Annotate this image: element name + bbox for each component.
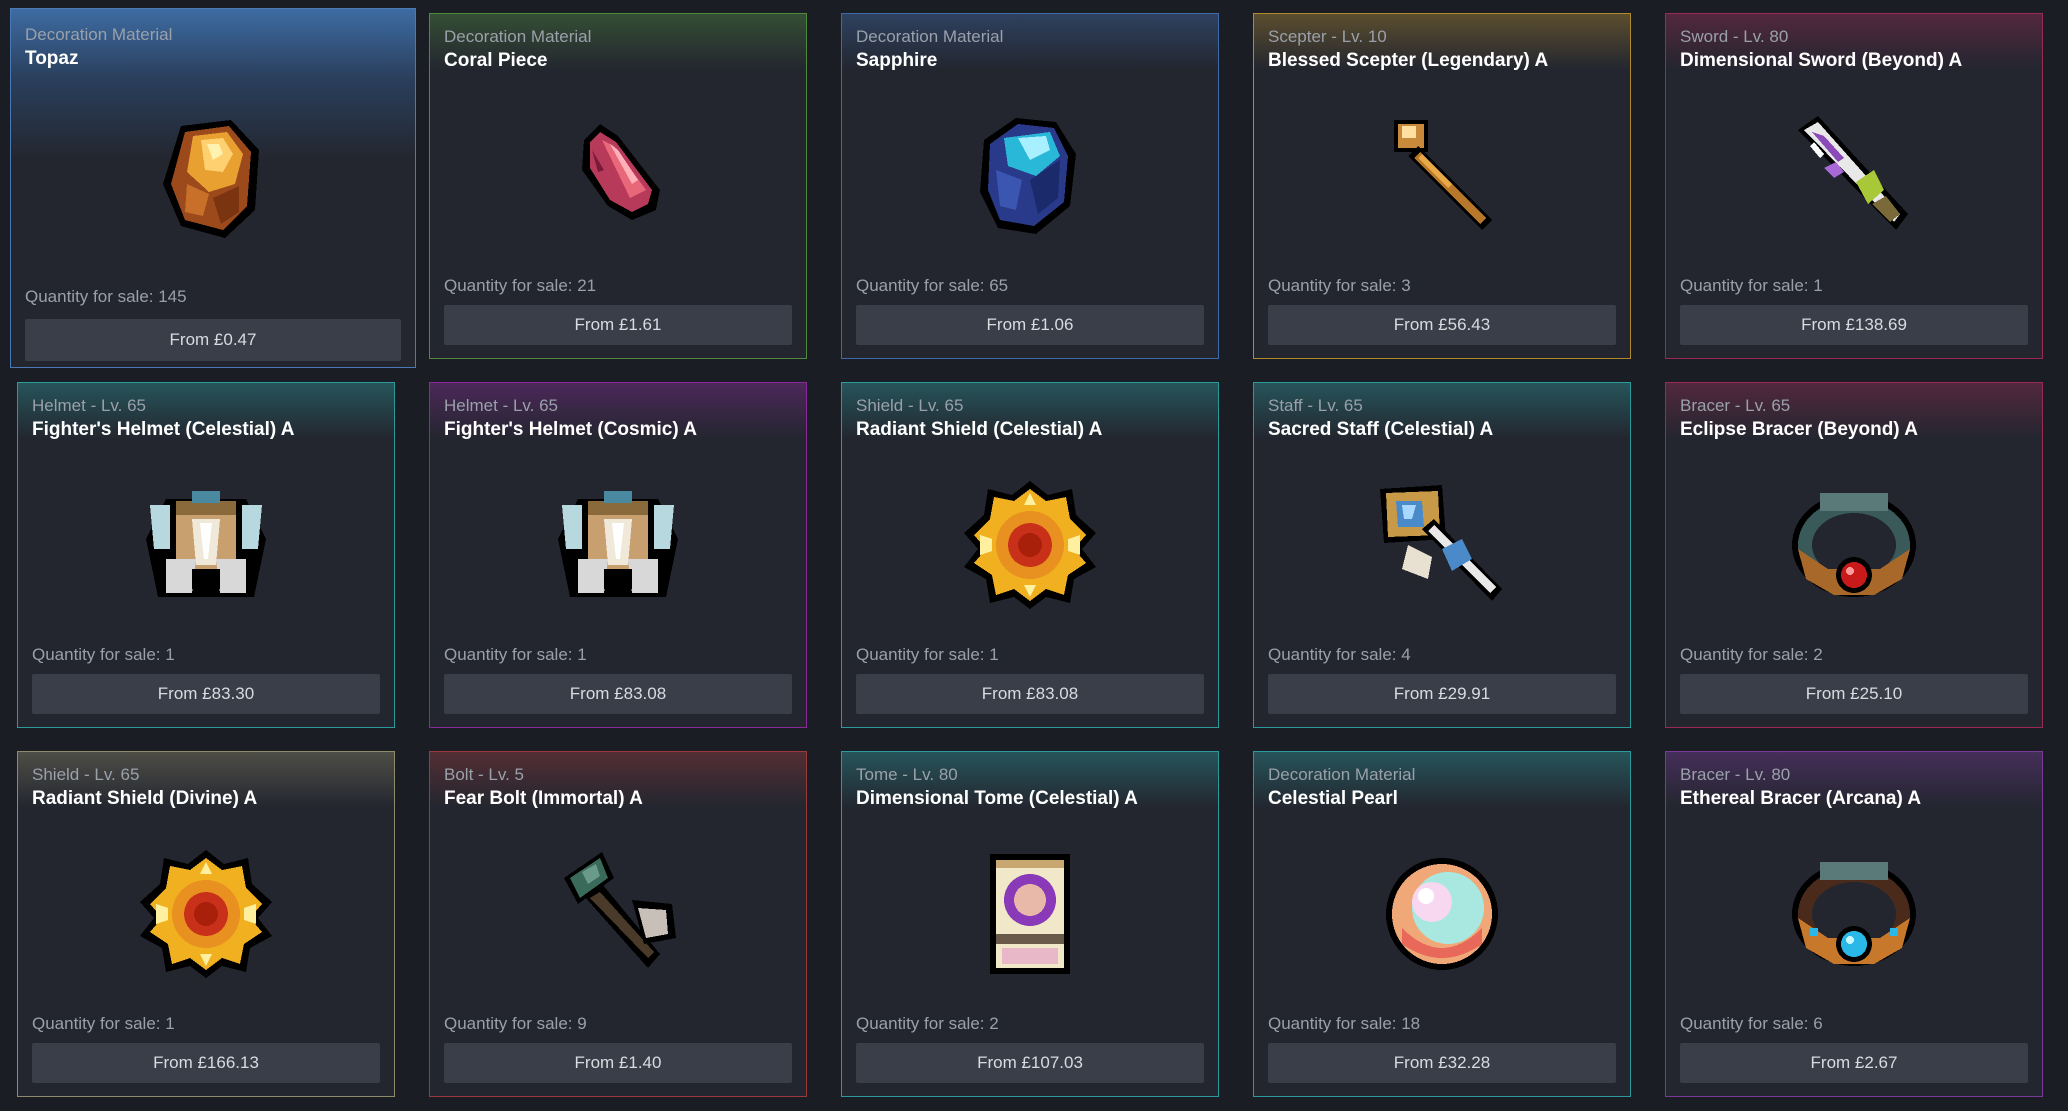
item-category: Decoration Material	[1268, 765, 1416, 784]
item-card[interactable]: Bracer - Lv. 65 Eclipse Bracer (Beyond) A…	[1665, 382, 2043, 728]
quantity-for-sale: Quantity for sale: 1	[444, 645, 587, 664]
item-name: Ethereal Bracer (Arcana) A	[1680, 788, 1922, 809]
item-name: Fear Bolt (Immortal) A	[444, 788, 643, 809]
price-button[interactable]: From £2.67	[1680, 1043, 2028, 1083]
quantity-for-sale: Quantity for sale: 1	[32, 1014, 175, 1033]
item-category: Bracer - Lv. 80	[1680, 765, 1791, 784]
quantity-for-sale: Quantity for sale: 1	[1680, 276, 1823, 295]
item-name: Fighter's Helmet (Celestial) A	[32, 419, 295, 440]
item-card[interactable]: Decoration Material Topaz Quantity for sa…	[10, 8, 416, 368]
price-button[interactable]: From £56.43	[1268, 305, 1616, 345]
item-card[interactable]: Decoration Material Celestial Pearl Quant…	[1253, 751, 1631, 1097]
quantity-for-sale: Quantity for sale: 1	[32, 645, 175, 664]
item-category: Bracer - Lv. 65	[1680, 396, 1791, 415]
quantity-for-sale: Quantity for sale: 9	[444, 1014, 587, 1033]
quantity-for-sale: Quantity for sale: 3	[1268, 276, 1411, 295]
item-category: Decoration Material	[25, 25, 173, 44]
sword-icon	[1784, 110, 1924, 242]
quantity-for-sale: Quantity for sale: 2	[1680, 645, 1823, 664]
item-card[interactable]: Scepter - Lv. 10 Blessed Scepter (Legenda…	[1253, 13, 1631, 359]
pearl-icon	[1372, 848, 1512, 980]
price-button[interactable]: From £1.06	[856, 305, 1204, 345]
item-name: Radiant Shield (Divine) A	[32, 788, 258, 809]
price-button[interactable]: From £83.08	[444, 674, 792, 714]
item-category: Decoration Material	[444, 27, 592, 46]
item-category: Staff - Lv. 65	[1268, 396, 1363, 415]
item-card[interactable]: Helmet - Lv. 65 Fighter's Helmet (Cosmic)…	[429, 382, 807, 728]
item-card[interactable]: Bracer - Lv. 80 Ethereal Bracer (Arcana) …	[1665, 751, 2043, 1097]
item-category: Shield - Lv. 65	[856, 396, 964, 415]
quantity-for-sale: Quantity for sale: 6	[1680, 1014, 1823, 1033]
item-category: Scepter - Lv. 10	[1268, 27, 1387, 46]
scepter-icon	[1372, 110, 1512, 242]
item-name: Celestial Pearl	[1268, 788, 1398, 809]
quantity-for-sale: Quantity for sale: 145	[25, 287, 187, 306]
item-card[interactable]: Helmet - Lv. 65 Fighter's Helmet (Celesti…	[17, 382, 395, 728]
price-button[interactable]: From £83.30	[32, 674, 380, 714]
sapphire-icon	[960, 110, 1100, 242]
item-name: Topaz	[25, 48, 79, 69]
shield-icon	[960, 479, 1100, 611]
item-name: Radiant Shield (Celestial) A	[856, 419, 1103, 440]
bolt-icon	[548, 848, 688, 980]
item-grid: Decoration Material Topaz Quantity for sa…	[0, 0, 2068, 1111]
item-card[interactable]: Shield - Lv. 65 Radiant Shield (Celestial…	[841, 382, 1219, 728]
item-category: Tome - Lv. 80	[856, 765, 958, 784]
quantity-for-sale: Quantity for sale: 1	[856, 645, 999, 664]
price-button[interactable]: From £25.10	[1680, 674, 2028, 714]
price-button[interactable]: From £83.08	[856, 674, 1204, 714]
price-button[interactable]: From £1.40	[444, 1043, 792, 1083]
price-button[interactable]: From £0.47	[25, 319, 401, 361]
bracer-red-icon	[1784, 479, 1924, 611]
item-name: Eclipse Bracer (Beyond) A	[1680, 419, 1918, 440]
item-card[interactable]: Decoration Material Sapphire Quantity for…	[841, 13, 1219, 359]
item-name: Coral Piece	[444, 50, 548, 71]
item-card[interactable]: Shield - Lv. 65 Radiant Shield (Divine) A…	[17, 751, 395, 1097]
price-button[interactable]: From £32.28	[1268, 1043, 1616, 1083]
quantity-for-sale: Quantity for sale: 21	[444, 276, 597, 295]
item-card[interactable]: Tome - Lv. 80 Dimensional Tome (Celestial…	[841, 751, 1219, 1097]
item-card[interactable]: Staff - Lv. 65 Sacred Staff (Celestial) A…	[1253, 382, 1631, 728]
staff-icon	[1372, 479, 1512, 611]
quantity-for-sale: Quantity for sale: 4	[1268, 645, 1411, 664]
price-button[interactable]: From £166.13	[32, 1043, 380, 1083]
quantity-for-sale: Quantity for sale: 18	[1268, 1014, 1421, 1033]
quantity-for-sale: Quantity for sale: 2	[856, 1014, 999, 1033]
item-category: Shield - Lv. 65	[32, 765, 140, 784]
item-name: Sacred Staff (Celestial) A	[1268, 419, 1494, 440]
item-name: Blessed Scepter (Legendary) A	[1268, 50, 1549, 71]
tome-icon	[960, 848, 1100, 980]
item-name: Fighter's Helmet (Cosmic) A	[444, 419, 697, 440]
bracer-blue-icon	[1784, 848, 1924, 980]
item-category: Sword - Lv. 80	[1680, 27, 1789, 46]
price-button[interactable]: From £138.69	[1680, 305, 2028, 345]
coral-icon	[548, 110, 688, 242]
item-category: Bolt - Lv. 5	[444, 765, 524, 784]
item-card[interactable]: Decoration Material Coral Piece Quantity …	[429, 13, 807, 359]
helmet-icon	[136, 479, 276, 611]
price-button[interactable]: From £1.61	[444, 305, 792, 345]
item-category: Helmet - Lv. 65	[32, 396, 147, 415]
quantity-for-sale: Quantity for sale: 65	[856, 276, 1009, 295]
item-category: Helmet - Lv. 65	[444, 396, 559, 415]
price-button[interactable]: From £29.91	[1268, 674, 1616, 714]
helmet-icon	[548, 479, 688, 611]
item-card[interactable]: Bolt - Lv. 5 Fear Bolt (Immortal) A Quant…	[429, 751, 807, 1097]
item-card[interactable]: Sword - Lv. 80 Dimensional Sword (Beyond)…	[1665, 13, 2043, 359]
item-name: Dimensional Tome (Celestial) A	[856, 788, 1138, 809]
item-category: Decoration Material	[856, 27, 1004, 46]
topaz-icon	[143, 114, 283, 246]
price-button[interactable]: From £107.03	[856, 1043, 1204, 1083]
shield-icon	[136, 848, 276, 980]
item-name: Dimensional Sword (Beyond) A	[1680, 50, 1963, 71]
item-name: Sapphire	[856, 50, 938, 71]
